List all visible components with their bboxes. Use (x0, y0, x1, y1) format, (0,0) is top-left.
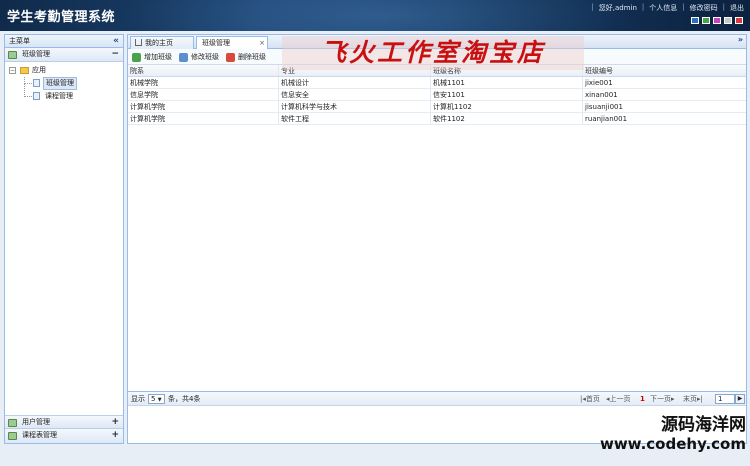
cell-class-code: jisuanji001 (585, 103, 623, 111)
accordion-user-management[interactable]: 用户管理 + (5, 415, 123, 429)
cell-major: 信息安全 (279, 89, 431, 100)
home-icon (135, 39, 142, 46)
tree-node-label: 班级管理 (43, 77, 77, 90)
theme-swatch-red[interactable] (735, 17, 743, 24)
prev-page-button[interactable]: ◂上一页 (606, 392, 631, 406)
sidebar-bottom-sections: 用户管理 + 课程表管理 + (5, 415, 123, 443)
pagination-bar: 显示 5 ▼ 条，共4条 |◂首页 ◂上一页 1 下一页▸ 末页▸| 1 ▶ (128, 391, 746, 406)
button-label: 修改班级 (191, 53, 219, 61)
logout-link[interactable]: 退出 (730, 3, 744, 13)
cell-department: 机械学院 (128, 77, 279, 88)
accordion-label: 课程表管理 (22, 431, 57, 439)
studio-watermark: 飞火工作室淘宝店 (282, 36, 584, 70)
class-grid: 院系 专业 班级名称 班级编号 机械学院 机械设计 机械1101 jixie00… (128, 65, 746, 125)
first-page-button[interactable]: |◂首页 (580, 392, 600, 406)
last-page-icon: ▸| (697, 395, 703, 403)
site-url-watermark: www.codehy.com (599, 435, 746, 453)
tree-node-label: 应用 (32, 66, 46, 74)
expand-plus-icon[interactable]: + (111, 416, 119, 429)
folder-icon (20, 67, 29, 74)
table-row[interactable]: 信息学院 信息安全 信安1101 xinan001 (128, 89, 746, 101)
page-size-select[interactable]: 5 ▼ (148, 394, 165, 404)
tree-node-label: 课程管理 (45, 92, 73, 100)
last-page-button[interactable]: 末页▸| (683, 392, 703, 406)
greeting-text: 您好,admin (598, 4, 637, 12)
add-class-button[interactable]: 增加班级 (132, 52, 172, 63)
next-page-button[interactable]: 下一页▸ (650, 392, 675, 406)
record-summary: 条，共4条 (168, 395, 201, 403)
top-nav: | 您好,admin | 个人信息 | 修改密码 | 退出 (591, 3, 744, 13)
tab-label: 我的主页 (145, 39, 173, 47)
sidebar-collapse-icon[interactable]: « (113, 35, 119, 47)
theme-swatch-purple[interactable] (713, 17, 721, 24)
tab-scroll-icon[interactable]: » (738, 35, 743, 44)
file-icon (33, 92, 40, 100)
button-label: 删除班级 (238, 53, 266, 61)
cell-department: 信息学院 (128, 89, 279, 100)
cell-class-code: jixie001 (585, 79, 613, 87)
tab-label: 班级管理 (202, 39, 230, 47)
tree-node-app[interactable]: − 应用 (5, 64, 123, 77)
tree-toggle-icon[interactable]: − (9, 67, 16, 74)
cell-class-code: xinan001 (585, 91, 618, 99)
main-panel: 我的主页 班级管理 × » 增加班级 修改班级 删除班级 院系 专业 班级名称 … (127, 34, 747, 444)
sidebar: 主菜单 « 班级管理 − − 应用 班级管理 课程管理 用户管理 + 课程表管理… (4, 34, 124, 444)
add-icon (132, 53, 141, 62)
cell-department: 计算机学院 (128, 101, 279, 112)
cell-class-name: 软件1102 (431, 113, 583, 124)
tab-class-management[interactable]: 班级管理 × (196, 36, 268, 50)
theme-switcher (691, 17, 743, 24)
group-icon (8, 432, 17, 440)
cell-major: 机械设计 (279, 77, 431, 88)
edit-class-button[interactable]: 修改班级 (179, 52, 219, 63)
header-glow (120, 0, 640, 31)
next-page-icon: ▸ (671, 395, 675, 403)
tree-node-class-management[interactable]: 班级管理 (5, 77, 123, 90)
cell-department: 计算机学院 (128, 113, 279, 124)
profile-link[interactable]: 个人信息 (649, 3, 677, 13)
column-header-department[interactable]: 院系 (128, 65, 279, 76)
edit-icon (179, 53, 188, 62)
group-icon (8, 51, 17, 59)
tab-home[interactable]: 我的主页 (130, 36, 194, 49)
table-row[interactable]: 机械学院 机械设计 机械1101 jixie001 (128, 77, 746, 89)
cell-major: 软件工程 (279, 113, 431, 124)
cell-class-name: 机械1101 (431, 77, 583, 88)
tree-node-course-management[interactable]: 课程管理 (5, 84, 123, 103)
column-header-class-code[interactable]: 班级编号 (583, 65, 746, 76)
sidebar-title: 主菜单 (9, 37, 30, 45)
accordion-label: 班级管理 (22, 50, 50, 58)
cell-major: 计算机科学与技术 (279, 101, 431, 112)
cell-class-code: ruanjian001 (585, 115, 628, 123)
cell-class-name: 信安1101 (431, 89, 583, 100)
menu-tree: − 应用 班级管理 课程管理 (5, 62, 123, 105)
go-page-icon[interactable]: ▶ (735, 394, 745, 404)
accordion-label: 用户管理 (22, 418, 50, 426)
cell-class-name: 计算机1102 (431, 101, 583, 112)
delete-class-button[interactable]: 删除班级 (226, 52, 266, 63)
expand-plus-icon[interactable]: + (111, 429, 119, 442)
app-header: 学生考勤管理系统 | 您好,admin | 个人信息 | 修改密码 | 退出 (0, 0, 750, 31)
file-icon (33, 79, 40, 87)
button-label: 增加班级 (144, 53, 172, 61)
theme-swatch-blue[interactable] (691, 17, 699, 24)
group-icon (8, 419, 17, 427)
theme-swatch-green[interactable] (702, 17, 710, 24)
current-page-number: 1 (640, 395, 645, 403)
table-row[interactable]: 计算机学院 计算机科学与技术 计算机1102 jisuanji001 (128, 101, 746, 113)
delete-icon (226, 53, 235, 62)
app-title: 学生考勤管理系统 (7, 10, 116, 25)
accordion-schedule-management[interactable]: 课程表管理 + (5, 429, 123, 443)
change-password-link[interactable]: 修改密码 (690, 3, 718, 13)
site-name-watermark: 源码海洋网 (661, 415, 746, 435)
theme-swatch-gray[interactable] (724, 17, 732, 24)
close-icon[interactable]: × (259, 37, 265, 49)
chevron-down-icon: ▼ (157, 397, 162, 403)
table-row[interactable]: 计算机学院 软件工程 软件1102 ruanjian001 (128, 113, 746, 125)
page-jump-input[interactable]: 1 (715, 394, 735, 404)
accordion-class-management[interactable]: 班级管理 − (5, 48, 123, 62)
collapse-minus-icon[interactable]: − (111, 48, 119, 61)
sidebar-header: 主菜单 « (5, 35, 123, 48)
page-size-label: 显示 (131, 395, 145, 403)
